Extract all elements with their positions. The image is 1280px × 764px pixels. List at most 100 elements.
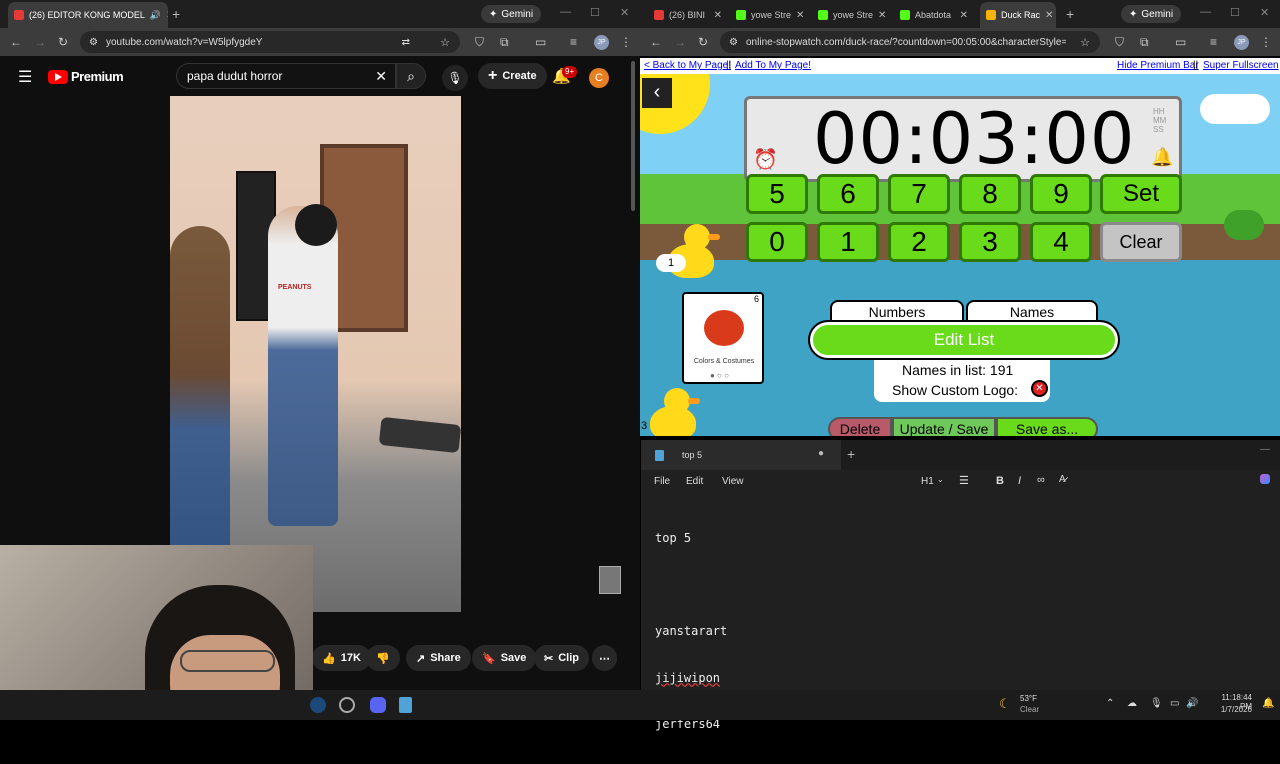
bookmark-star-icon[interactable]: ☆ — [440, 36, 450, 49]
extension-shield-icon[interactable]: ⛉ — [1115, 34, 1124, 50]
forward-icon[interactable]: → — [674, 34, 686, 50]
extension-shield-icon[interactable]: ⛉ — [475, 34, 484, 50]
notepad-tab[interactable]: top 5 ● — [641, 440, 841, 470]
sound-bell-icon[interactable]: 🔔 — [1151, 147, 1173, 168]
back-to-page-link[interactable]: < Back to My Page! — [644, 60, 731, 71]
tab-close-icon[interactable]: ✕ — [878, 10, 886, 21]
italic-icon[interactable]: I — [1018, 475, 1021, 487]
discord-icon[interactable] — [370, 697, 386, 713]
tray-volume-icon[interactable]: 🔊 — [1186, 698, 1198, 709]
left-address-bar[interactable]: ⚙ youtube.com/watch?v=W5lpfygdeY ⇄ ☆ — [80, 31, 460, 53]
tab-numbers[interactable]: Numbers — [830, 300, 964, 322]
tray-mic-icon[interactable]: 🎙 — [1150, 698, 1163, 709]
right-tab-1[interactable]: (26) BINI ✕ — [648, 4, 728, 26]
cast-icon[interactable]: ▭ — [535, 34, 546, 50]
close-window-icon[interactable]: ✕ — [620, 6, 629, 19]
digit-2-button[interactable]: 2 — [888, 222, 950, 262]
tab-search-icon[interactable]: ≡ — [570, 34, 577, 50]
clip-button[interactable]: ✂ Clip — [534, 645, 589, 671]
tray-cloud-icon[interactable]: ☁ — [1127, 698, 1137, 709]
app-icon[interactable] — [339, 697, 355, 713]
tray-network-icon[interactable]: ▭ — [1170, 698, 1179, 709]
digit-5-button[interactable]: 5 — [746, 174, 808, 214]
tab-search-icon[interactable]: ≡ — [1210, 34, 1217, 50]
voice-search-icon[interactable]: 🎙 — [442, 65, 468, 91]
save-button[interactable]: 🔖 Save — [472, 645, 537, 671]
speaker-icon[interactable]: 🔊 — [150, 10, 161, 21]
super-fullscreen-link[interactable]: Super Fullscreen — [1203, 60, 1279, 71]
tab-close-icon[interactable]: ✕ — [714, 10, 722, 21]
digit-9-button[interactable]: 9 — [1030, 174, 1092, 214]
reload-icon[interactable]: ↻ — [58, 34, 68, 50]
right-tab-3[interactable]: yowe Stre ✕ — [812, 4, 892, 26]
back-arrow-button[interactable]: ‹ — [642, 78, 672, 108]
youtube-logo[interactable]: Premium — [48, 69, 124, 84]
costume-card[interactable]: Colors & Costumes 6 ● ○ ○ — [682, 292, 764, 384]
notepad-taskbar-icon[interactable] — [399, 697, 412, 713]
digit-7-button[interactable]: 7 — [888, 174, 950, 214]
digit-1-button[interactable]: 1 — [817, 222, 879, 262]
maximize-icon[interactable]: ☐ — [1230, 6, 1240, 19]
menu-kebab-icon[interactable]: ⋮ — [620, 34, 632, 50]
alarm-clock-icon[interactable]: ⏰ — [753, 147, 778, 172]
channel-thumbnail[interactable] — [599, 566, 621, 594]
tab-close-icon[interactable]: ✕ — [166, 10, 168, 21]
add-to-page-link[interactable]: Add To My Page! — [735, 60, 811, 71]
back-icon[interactable]: ← — [650, 34, 662, 50]
carousel-dots[interactable]: ● ○ ○ — [710, 371, 729, 380]
hide-premium-link[interactable]: Hide Premium Bar — [1117, 60, 1199, 71]
youtube-search-button[interactable]: ⌕ — [396, 63, 426, 89]
extensions-icon[interactable]: ⧉ — [1140, 34, 1149, 50]
tab-close-icon[interactable]: ✕ — [960, 10, 968, 21]
youtube-search-input[interactable]: papa dudut horror ✕ — [176, 63, 396, 89]
right-profile-avatar[interactable]: JP — [1234, 35, 1249, 50]
new-tab-button[interactable]: + — [1066, 6, 1074, 22]
clear-button[interactable]: Clear — [1100, 222, 1182, 262]
heading-dropdown[interactable]: H1 — [921, 476, 934, 487]
youtube-scrollbar[interactable] — [631, 61, 635, 211]
bold-icon[interactable]: B — [996, 475, 1004, 487]
notifications-icon[interactable]: 🔔 — [1262, 698, 1274, 709]
right-tab-5[interactable]: Duck Rac ✕ — [980, 2, 1056, 28]
right-tab-2[interactable]: yowe Stre ✕ — [730, 4, 810, 26]
delete-button[interactable]: Delete — [828, 417, 892, 436]
notepad-minimize-icon[interactable]: — — [1260, 444, 1270, 455]
new-tab-button[interactable]: + — [172, 6, 180, 22]
weather-temp[interactable]: 53°F — [1020, 694, 1037, 703]
notepad-text-area[interactable]: top 5 yanstarart jijiwipon jerfers64 — [655, 500, 727, 764]
tab-names[interactable]: Names — [966, 300, 1098, 322]
close-window-icon[interactable]: ✕ — [1260, 6, 1269, 19]
user-avatar[interactable]: C — [589, 68, 609, 88]
hamburger-menu-icon[interactable]: ☰ — [18, 67, 32, 87]
reload-icon[interactable]: ↻ — [698, 34, 708, 50]
digit-0-button[interactable]: 0 — [746, 222, 808, 262]
extensions-icon[interactable]: ⧉ — [500, 34, 509, 50]
menu-view[interactable]: View — [722, 476, 744, 487]
clear-search-icon[interactable]: ✕ — [375, 68, 387, 85]
maximize-icon[interactable]: ☐ — [590, 6, 600, 19]
menu-edit[interactable]: Edit — [686, 476, 703, 487]
tab-close-icon[interactable]: ✕ — [1045, 10, 1053, 21]
tray-chevron-icon[interactable]: ⌃ — [1106, 698, 1114, 709]
steam-icon[interactable] — [310, 697, 326, 713]
custom-logo-toggle-icon[interactable]: ✕ — [1031, 380, 1048, 397]
left-profile-avatar[interactable]: JP — [594, 35, 609, 50]
edit-list-button[interactable]: Edit List — [808, 320, 1120, 360]
digit-8-button[interactable]: 8 — [959, 174, 1021, 214]
digit-3-button[interactable]: 3 — [959, 222, 1021, 262]
more-actions-button[interactable]: ⋯ — [592, 645, 617, 671]
clear-format-icon[interactable]: A̷ — [1059, 474, 1066, 485]
right-gemini-button[interactable]: ✦ Gemini — [1121, 5, 1182, 23]
notepad-new-tab-button[interactable]: + — [847, 446, 855, 462]
cast-icon[interactable]: ▭ — [1175, 34, 1186, 50]
left-gemini-button[interactable]: ✦ Gemini — [481, 5, 542, 23]
digit-4-button[interactable]: 4 — [1030, 222, 1092, 262]
list-icon[interactable]: ☰ — [959, 474, 969, 487]
dislike-button[interactable]: 👎 — [366, 645, 400, 671]
share-button[interactable]: ↗ Share — [406, 645, 471, 671]
video-player[interactable]: PEANUTS — [170, 96, 461, 612]
right-address-bar[interactable]: ⚙ online-stopwatch.com/duck-race/?countd… — [720, 31, 1100, 53]
create-button[interactable]: + Create — [478, 63, 547, 89]
tab-close-icon[interactable]: ✕ — [796, 10, 804, 21]
like-button[interactable]: 👍 17K — [312, 645, 371, 671]
